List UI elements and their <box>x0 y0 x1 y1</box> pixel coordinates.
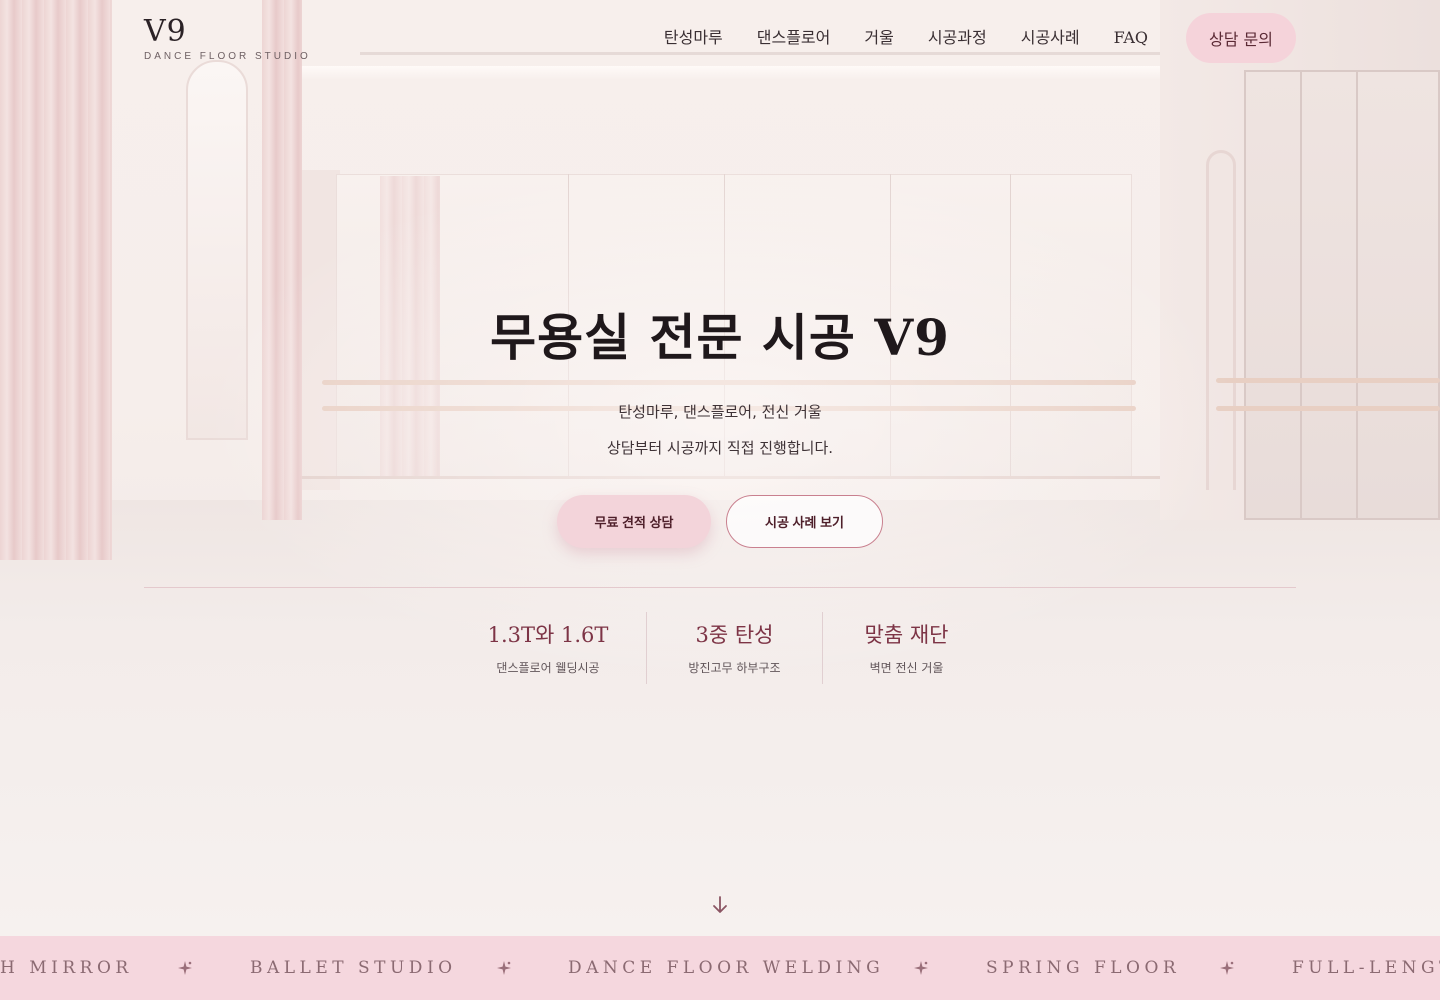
stat-label: 방진고무 하부구조 <box>688 661 781 675</box>
hero-title: 무용실 전문 시공 V9 <box>490 308 950 367</box>
stat-item: 맞춤 재단 벽면 전신 거울 <box>822 612 990 684</box>
sparkle-icon <box>913 960 929 976</box>
stat-value: 3중 탄성 <box>695 623 774 647</box>
nav-item-cases[interactable]: 시공사례 <box>1021 24 1080 52</box>
stat-value: 1.3T와 1.6T <box>487 623 609 647</box>
light-overlay <box>0 0 1440 1000</box>
marquee-track: H MIRROR BALLET STUDIO DANCE FLOOR WELDI… <box>0 936 1440 1000</box>
keyword-marquee: H MIRROR BALLET STUDIO DANCE FLOOR WELDI… <box>0 936 1440 1000</box>
sparkle-icon <box>177 960 193 976</box>
sparkle-icon <box>1219 960 1235 976</box>
marquee-item: SPRING FLOOR <box>986 958 1181 978</box>
marquee-item: FULL-LENGT <box>1292 958 1440 978</box>
stats-row: 1.3T와 1.6T 댄스플로어 웰딩시공 3중 탄성 방진고무 하부구조 맞춤… <box>450 612 990 684</box>
marquee-item: BALLET STUDIO <box>250 958 457 978</box>
sparkle-icon <box>496 960 512 976</box>
free-estimate-button[interactable]: 무료 견적 상담 <box>557 495 711 548</box>
main-nav: 탄성마루 댄스플로어 거울 시공과정 시공사례 FAQ <box>664 24 1148 52</box>
hero-subtitle-line-1: 탄성마루, 댄스플로어, 전신 거울 <box>618 403 822 421</box>
view-cases-button[interactable]: 시공 사례 보기 <box>726 495 883 548</box>
logo-tagline: DANCE FLOOR STUDIO <box>144 51 311 62</box>
consult-inquiry-button[interactable]: 상담 문의 <box>1186 13 1296 63</box>
logo-mark: V9 <box>144 14 187 49</box>
nav-item-mirror[interactable]: 거울 <box>864 24 893 52</box>
stat-label: 댄스플로어 웰딩시공 <box>496 661 600 675</box>
marquee-item: DANCE FLOOR WELDING <box>568 958 885 978</box>
logo[interactable]: V9 DANCE FLOOR STUDIO <box>144 14 311 62</box>
stat-item: 3중 탄성 방진고무 하부구조 <box>646 612 822 684</box>
site-header: V9 DANCE FLOOR STUDIO 탄성마루 댄스플로어 거울 시공과정… <box>0 0 1440 80</box>
stat-label: 벽면 전신 거울 <box>869 661 944 675</box>
arrow-down-icon[interactable] <box>710 894 730 916</box>
nav-item-dance-floor[interactable]: 댄스플로어 <box>757 24 831 52</box>
hero-background-photo <box>0 0 1440 1000</box>
hero-divider <box>144 587 1296 588</box>
nav-item-faq[interactable]: FAQ <box>1114 24 1148 52</box>
stat-value: 맞춤 재단 <box>864 623 949 647</box>
nav-item-process[interactable]: 시공과정 <box>928 24 987 52</box>
nav-item-elastic-floor[interactable]: 탄성마루 <box>664 24 723 52</box>
hero-subtitle-line-2: 상담부터 시공까지 직접 진행합니다. <box>606 439 834 457</box>
stat-item: 1.3T와 1.6T 댄스플로어 웰딩시공 <box>450 612 646 684</box>
marquee-item: H MIRROR <box>0 958 133 978</box>
